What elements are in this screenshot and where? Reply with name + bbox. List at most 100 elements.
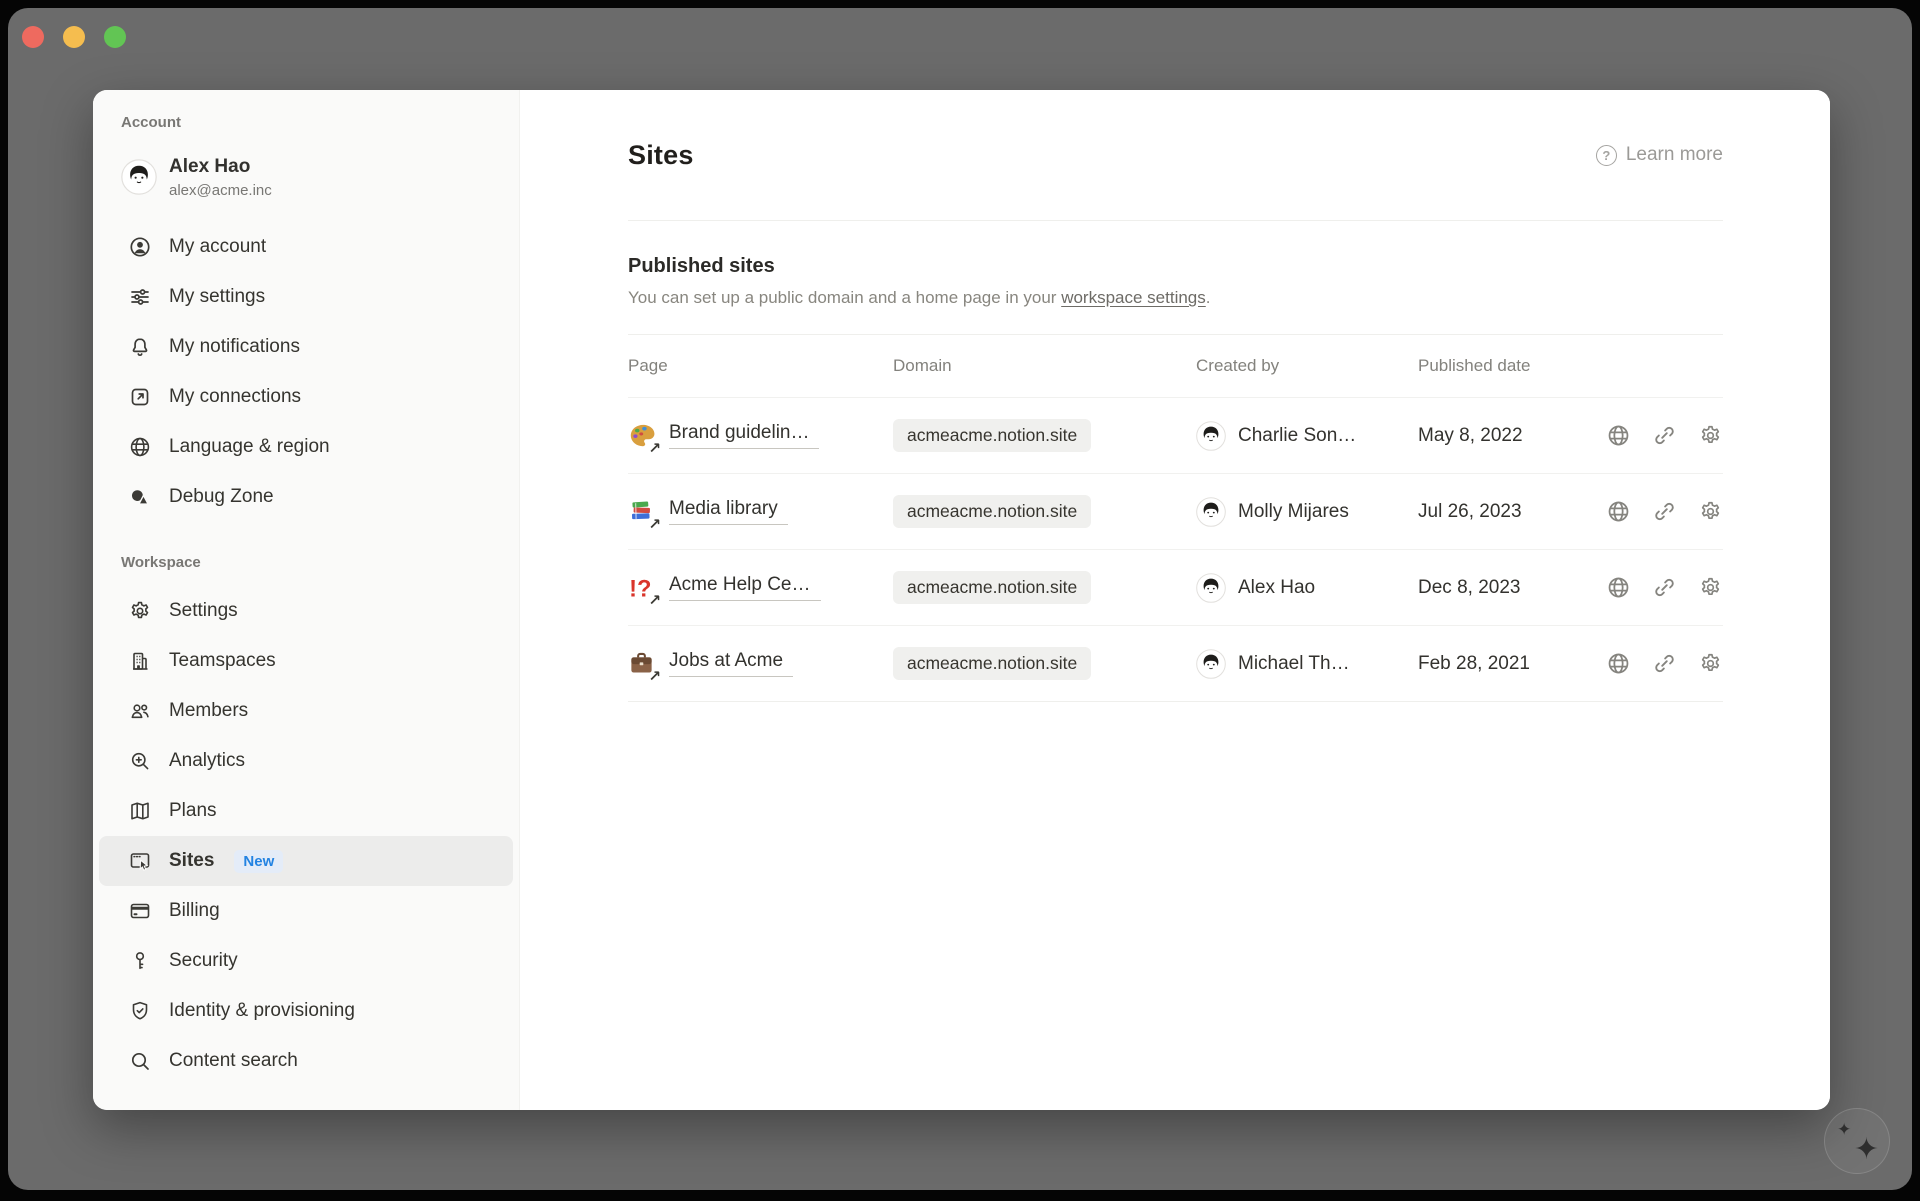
sidebar-item-security[interactable]: Security: [99, 936, 513, 986]
sidebar-item-debug-zone[interactable]: Debug Zone: [99, 472, 513, 522]
interrobang-icon: ↗: [628, 574, 655, 601]
site-settings-icon[interactable]: [1698, 575, 1723, 600]
globe-icon: [127, 434, 153, 460]
palette-icon: ↗: [628, 422, 655, 449]
site-settings-icon[interactable]: [1698, 499, 1723, 524]
page-link[interactable]: Acme Help Ce…: [669, 574, 821, 601]
workspace-settings-link[interactable]: workspace settings: [1061, 288, 1206, 307]
domain-pill[interactable]: acmeacme.notion.site: [893, 571, 1091, 604]
copy-link-icon[interactable]: [1652, 423, 1677, 448]
sidebar-item-label: Members: [169, 700, 248, 722]
sidebar-item-identity-provisioning[interactable]: Identity & provisioning: [99, 986, 513, 1036]
creator-avatar: [1196, 573, 1226, 603]
external-link-square-icon: [127, 384, 153, 410]
magnifier-plus-icon: [127, 748, 153, 774]
globe-action-icon[interactable]: [1606, 575, 1631, 600]
books-icon: ↗: [628, 498, 655, 525]
bell-icon: [127, 334, 153, 360]
section-description: You can set up a public domain and a hom…: [628, 288, 1723, 308]
creator-avatar: [1196, 421, 1226, 451]
minimize-button[interactable]: [63, 26, 85, 48]
question-circle-icon: ?: [1596, 145, 1617, 166]
globe-action-icon[interactable]: [1606, 499, 1631, 524]
page-link[interactable]: Brand guidelin…: [669, 422, 819, 449]
copy-link-icon[interactable]: [1652, 651, 1677, 676]
sidebar-item-my-notifications[interactable]: My notifications: [99, 322, 513, 372]
domain-pill[interactable]: acmeacme.notion.site: [893, 495, 1091, 528]
traffic-lights: [22, 26, 126, 48]
domain-pill[interactable]: acmeacme.notion.site: [893, 419, 1091, 452]
sidebar-item-billing[interactable]: Billing: [99, 886, 513, 936]
zoom-button[interactable]: [104, 26, 126, 48]
ai-assistant-button[interactable]: ✦ ✦: [1824, 1108, 1890, 1174]
globe-action-icon[interactable]: [1606, 651, 1631, 676]
column-header-created-by: Created by: [1196, 356, 1418, 376]
page-title: Sites: [628, 140, 694, 171]
account-user[interactable]: Alex Hao alex@acme.inc: [99, 148, 513, 206]
learn-more-link[interactable]: ? Learn more: [1596, 144, 1723, 166]
sidebar-item-analytics[interactable]: Analytics: [99, 736, 513, 786]
close-button[interactable]: [22, 26, 44, 48]
column-header-domain: Domain: [893, 356, 1196, 376]
copy-link-icon[interactable]: [1652, 499, 1677, 524]
table-row: ↗ Media library acmeacme.notion.site Mol…: [628, 473, 1723, 549]
new-badge: New: [234, 850, 283, 873]
user-avatar: [121, 159, 157, 195]
user-email: alex@acme.inc: [169, 181, 272, 200]
sidebar-item-language-region[interactable]: Language & region: [99, 422, 513, 472]
sidebar-item-sites[interactable]: Sites New: [99, 836, 513, 886]
page-link[interactable]: Jobs at Acme: [669, 650, 793, 677]
account-section-label: Account: [99, 112, 513, 134]
sidebar-item-teamspaces[interactable]: Teamspaces: [99, 636, 513, 686]
sidebar-item-my-account[interactable]: My account: [99, 222, 513, 272]
settings-dialog: Account Alex Hao alex@acme.inc My accoun…: [93, 90, 1830, 1110]
page-link[interactable]: Media library: [669, 498, 788, 525]
globe-action-icon[interactable]: [1606, 423, 1631, 448]
copy-link-icon[interactable]: [1652, 575, 1677, 600]
table-row: ↗ Acme Help Ce… acmeacme.notion.site Ale…: [628, 549, 1723, 625]
sidebar-item-my-connections[interactable]: My connections: [99, 372, 513, 422]
account-items: My account My settings My notifications …: [99, 222, 513, 522]
sidebar-item-my-settings[interactable]: My settings: [99, 272, 513, 322]
table-row: ↗ Jobs at Acme acmeacme.notion.site Mich…: [628, 625, 1723, 701]
site-settings-icon[interactable]: [1698, 423, 1723, 448]
sidebar-item-label: Content search: [169, 1050, 298, 1072]
sidebar-item-members[interactable]: Members: [99, 686, 513, 736]
sidebar-item-label: Sites: [169, 850, 214, 872]
sidebar-item-label: Analytics: [169, 750, 245, 772]
user-name: Alex Hao: [169, 155, 272, 179]
workspace-section-label: Workspace: [99, 552, 513, 574]
sidebar-item-label: Teamspaces: [169, 650, 276, 672]
site-settings-icon[interactable]: [1698, 651, 1723, 676]
person-circle-icon: [127, 234, 153, 260]
creator-name: Alex Hao: [1238, 577, 1315, 599]
sidebar-item-label: Language & region: [169, 436, 330, 458]
creator-avatar: [1196, 649, 1226, 679]
sparkles-icon: ✦ ✦: [1837, 1121, 1877, 1161]
sidebar-item-content-search[interactable]: Content search: [99, 1036, 513, 1086]
creator-name: Charlie Son…: [1238, 425, 1356, 447]
table-row: ↗ Brand guidelin… acmeacme.notion.site C…: [628, 397, 1723, 473]
creator-name: Molly Mijares: [1238, 501, 1349, 523]
sidebar-item-label: Debug Zone: [169, 486, 274, 508]
sites-panel: Sites ? Learn more Published sites You c…: [520, 90, 1830, 1110]
sidebar-item-settings[interactable]: Settings: [99, 586, 513, 636]
key-icon: [127, 948, 153, 974]
published-date: Feb 28, 2021: [1418, 653, 1601, 675]
column-header-page: Page: [628, 356, 893, 376]
sidebar-item-label: My connections: [169, 386, 301, 408]
search-icon: [127, 1048, 153, 1074]
published-date: Dec 8, 2023: [1418, 577, 1601, 599]
learn-more-label: Learn more: [1626, 144, 1723, 166]
section-heading: Published sites: [628, 255, 1723, 278]
mac-window: Account Alex Hao alex@acme.inc My accoun…: [8, 8, 1912, 1190]
workspace-items: Settings Teamspaces Members Analytics Pl…: [99, 586, 513, 1086]
sidebar-item-label: My account: [169, 236, 266, 258]
sidebar-item-label: Security: [169, 950, 238, 972]
sidebar-item-label: Identity & provisioning: [169, 1000, 355, 1022]
building-icon: [127, 648, 153, 674]
sliders-icon: [127, 284, 153, 310]
domain-pill[interactable]: acmeacme.notion.site: [893, 647, 1091, 680]
credit-card-icon: [127, 898, 153, 924]
sidebar-item-plans[interactable]: Plans: [99, 786, 513, 836]
